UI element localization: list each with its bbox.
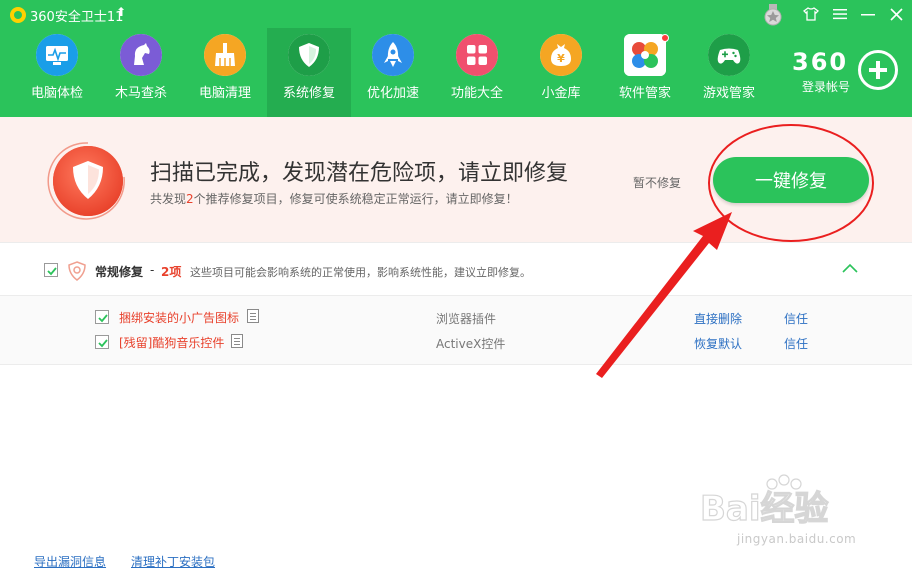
horse-icon xyxy=(120,34,162,76)
shield-icon xyxy=(288,34,330,76)
item-action-link[interactable]: 直接删除 xyxy=(694,310,742,327)
gamepad-icon xyxy=(708,34,750,76)
annotation-circle xyxy=(708,124,874,242)
skin-icon[interactable] xyxy=(798,2,824,26)
list-item: 捆绑安装的小广告图标 浏览器插件 直接删除 信任 xyxy=(0,305,912,329)
medal-icon[interactable] xyxy=(763,4,783,26)
section-title: 常规修复 xyxy=(95,265,144,279)
scan-result-title: 扫描已完成，发现潜在危险项，请立即修复 xyxy=(150,161,569,186)
add-account-button[interactable] xyxy=(858,50,898,90)
nav-label: 优化加速 xyxy=(366,86,419,101)
section-count: 2项 xyxy=(161,265,182,279)
minimize-icon[interactable] xyxy=(855,2,881,26)
clean-patch-link[interactable]: 清理补丁安装包 xyxy=(131,553,215,570)
nav-label: 电脑体检 xyxy=(30,86,83,101)
plus-icon xyxy=(869,61,887,79)
rocket-icon xyxy=(372,34,414,76)
warning-shield-icon xyxy=(68,261,86,281)
nav-item-system-repair[interactable]: 系统修复 xyxy=(267,28,351,117)
main-nav: 电脑体检 木马查杀 电脑清理 系统修复 优化加速 功能大全 ¥ 小金库 软件管家… xyxy=(0,28,790,117)
section-description: 这些项目可能会影响系统的正常使用，影响系统性能，建议立即修复。 xyxy=(190,266,531,279)
close-icon[interactable] xyxy=(883,2,909,26)
nav-item-toolbox[interactable]: 功能大全 xyxy=(435,28,519,117)
item-name[interactable]: [残留]酷狗音乐控件 xyxy=(119,334,224,351)
item-trust-link[interactable]: 信任 xyxy=(784,335,808,352)
nav-item-checkup[interactable]: 电脑体检 xyxy=(15,28,99,117)
nav-item-software-manager[interactable]: 软件管家 xyxy=(603,28,687,117)
export-vulnerability-link[interactable]: 导出漏洞信息 xyxy=(34,553,106,570)
item-type: ActiveX控件 xyxy=(436,337,506,351)
coin-icon: ¥ xyxy=(540,34,582,76)
watermark-text: Bai经验 xyxy=(700,489,829,529)
broom-icon xyxy=(204,34,246,76)
section-header-regular-repair: 常规修复 - 2项 这些项目可能会影响系统的正常使用，影响系统性能，建议立即修复… xyxy=(0,242,912,296)
details-icon[interactable] xyxy=(231,334,243,348)
repair-item-list: 捆绑安装的小广告图标 浏览器插件 直接删除 信任 [残留]酷狗音乐控件 Acti… xyxy=(0,296,912,365)
item-type: 浏览器插件 xyxy=(436,312,497,326)
grid-icon xyxy=(456,34,498,76)
login-link[interactable]: 登录帐号 xyxy=(802,78,850,95)
danger-shield-icon xyxy=(44,137,132,225)
item-trust-link[interactable]: 信任 xyxy=(784,310,808,327)
title-bar: 360安全卫士11 ⬆ xyxy=(0,0,912,28)
item-checkbox[interactable] xyxy=(95,335,109,349)
watermark-logo: Bai经验 xyxy=(700,474,829,530)
nav-item-game-manager[interactable]: 游戏管家 xyxy=(687,28,771,117)
brand-logo: 360 xyxy=(792,48,849,76)
nav-label: 木马查杀 xyxy=(114,86,167,101)
desc-suffix: 个推荐修复项目，修复可使系统稳定正常运行，请立即修复！ xyxy=(193,192,518,206)
notification-dot xyxy=(661,34,669,42)
nav-label: 小金库 xyxy=(541,86,581,101)
svg-text:¥: ¥ xyxy=(557,52,565,65)
section-separator: - xyxy=(150,263,155,277)
check-icon xyxy=(98,314,108,323)
nav-item-vault[interactable]: ¥ 小金库 xyxy=(519,28,603,117)
flower-icon xyxy=(624,34,666,76)
nav-item-speedup[interactable]: 优化加速 xyxy=(351,28,435,117)
desc-prefix: 共发现 xyxy=(150,192,187,206)
section-checkbox[interactable] xyxy=(44,263,58,277)
nav-item-trojan-scan[interactable]: 木马查杀 xyxy=(99,28,183,117)
nav-label: 功能大全 xyxy=(450,86,503,101)
check-icon xyxy=(47,267,57,276)
app-title: 360安全卫士11 xyxy=(30,10,124,25)
menu-icon[interactable] xyxy=(827,2,853,26)
item-checkbox[interactable] xyxy=(95,310,109,324)
up-arrow-icon[interactable]: ⬆ xyxy=(116,5,126,19)
nav-label: 软件管家 xyxy=(618,86,671,101)
nav-item-cleanup[interactable]: 电脑清理 xyxy=(183,28,267,117)
details-icon[interactable] xyxy=(247,309,259,323)
watermark-url: jingyan.baidu.com xyxy=(737,532,857,546)
list-item: [残留]酷狗音乐控件 ActiveX控件 恢复默认 信任 xyxy=(0,330,912,354)
monitor-icon xyxy=(36,34,78,76)
issue-count: 2 xyxy=(186,192,194,206)
item-action-link[interactable]: 恢复默认 xyxy=(694,335,742,352)
app-logo-icon xyxy=(10,7,26,23)
item-name[interactable]: 捆绑安装的小广告图标 xyxy=(119,309,239,326)
check-icon xyxy=(98,339,108,348)
nav-label: 系统修复 xyxy=(282,86,335,101)
scan-result-banner: 扫描已完成，发现潜在危险项，请立即修复 共发现2个推荐修复项目，修复可使系统稳定… xyxy=(0,117,912,242)
chevron-up-icon[interactable] xyxy=(842,263,858,273)
header: 360安全卫士11 ⬆ 电脑体检 木马查杀 电脑清理 系统修复 优化加速 功能大… xyxy=(0,0,912,117)
skip-repair-link[interactable]: 暂不修复 xyxy=(633,174,681,191)
nav-label: 游戏管家 xyxy=(702,86,755,101)
scan-result-description: 共发现2个推荐修复项目，修复可使系统稳定正常运行，请立即修复！ xyxy=(150,190,518,207)
nav-label: 电脑清理 xyxy=(198,86,251,101)
